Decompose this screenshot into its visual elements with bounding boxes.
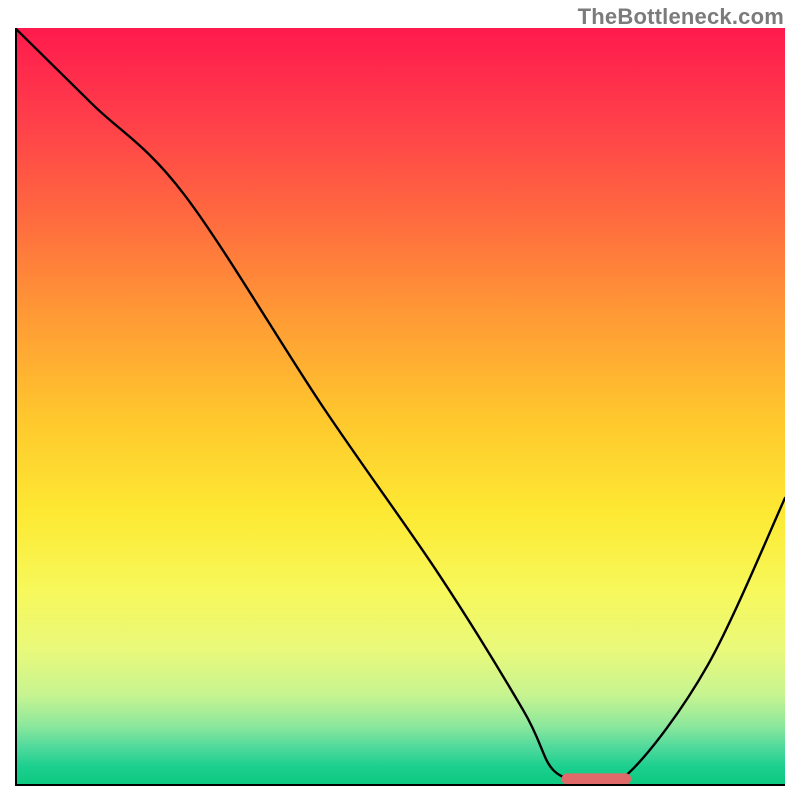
chart-container: TheBottleneck.com xyxy=(0,0,800,800)
watermark-text: TheBottleneck.com xyxy=(578,4,784,30)
plot-background-gradient xyxy=(15,28,785,786)
